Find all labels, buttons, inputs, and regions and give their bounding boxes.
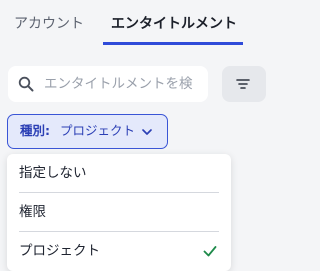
option-project[interactable]: プロジェクト xyxy=(7,232,231,270)
type-filter-value: プロジェクト xyxy=(60,123,136,138)
tab-account[interactable]: アカウント xyxy=(14,14,84,34)
type-filter-label: 種別: xyxy=(20,123,50,138)
active-tab-indicator xyxy=(103,42,243,45)
tab-bar: アカウント エンタイトルメント xyxy=(0,0,254,46)
search-box[interactable] xyxy=(8,66,208,102)
tab-entitlement[interactable]: エンタイトルメント xyxy=(111,14,237,34)
option-label: 指定しない xyxy=(19,165,87,181)
option-label: 権限 xyxy=(19,204,46,220)
filter-button[interactable] xyxy=(222,66,266,102)
search-input[interactable] xyxy=(44,73,204,95)
type-dropdown-menu: 指定しない 権限 プロジェクト xyxy=(7,154,231,271)
check-icon xyxy=(203,246,217,257)
type-filter-chip[interactable]: 種別: プロジェクト xyxy=(7,114,168,149)
chevron-down-icon xyxy=(142,129,152,135)
filter-icon xyxy=(236,79,250,89)
option-none[interactable]: 指定しない xyxy=(7,154,231,192)
option-label: プロジェクト xyxy=(19,243,100,259)
option-permission[interactable]: 権限 xyxy=(7,193,231,231)
search-icon xyxy=(18,76,34,92)
